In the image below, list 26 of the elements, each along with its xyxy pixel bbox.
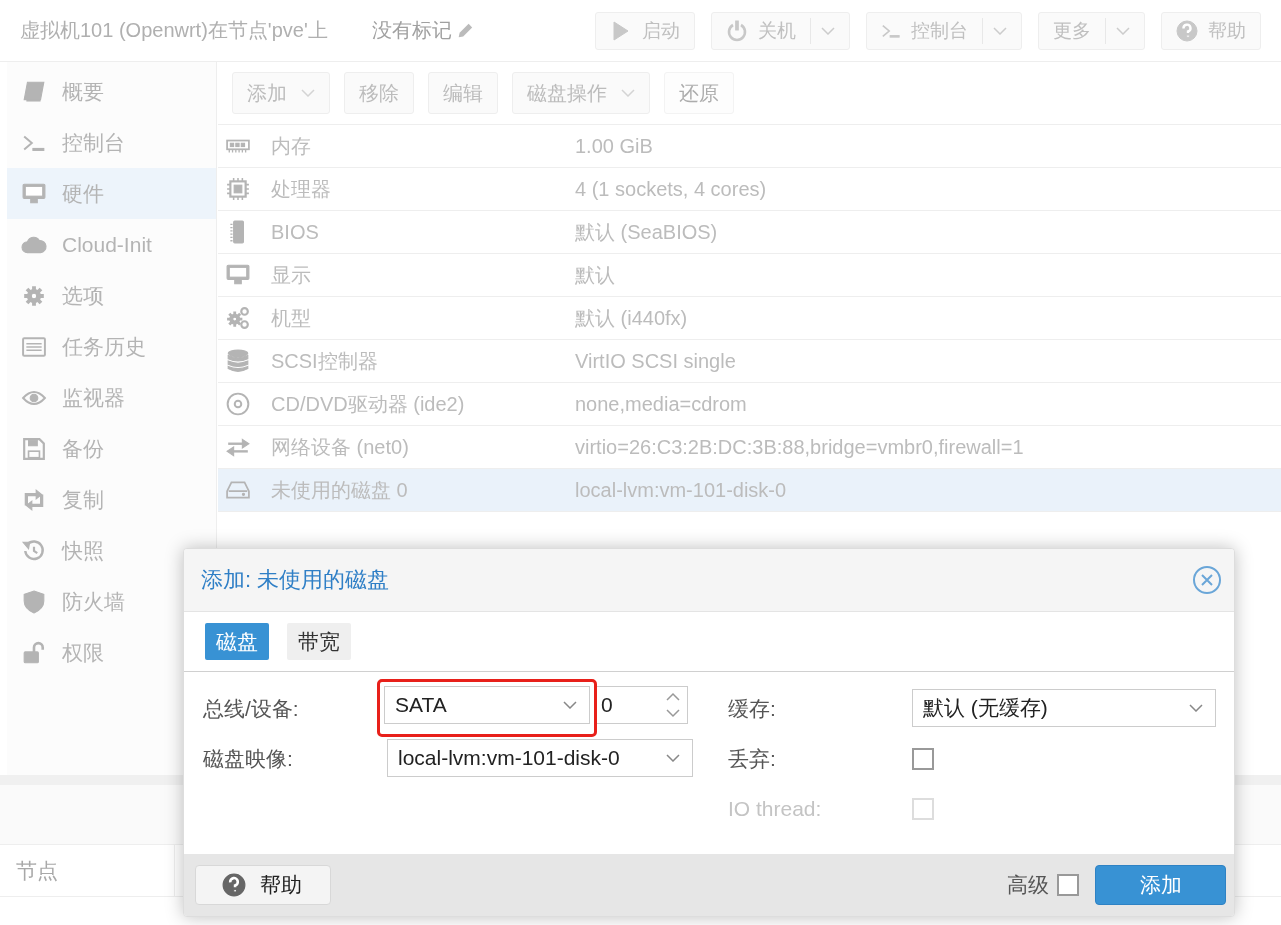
- field-label: 磁盘映像:: [203, 746, 294, 772]
- table-cell-text: 内存: [271, 133, 311, 159]
- table-cell: 4 (1 sockets, 4 cores): [575, 177, 767, 201]
- table-cell: 1.00 GiB: [575, 134, 653, 158]
- table-cell-text: 网络设备 (net0): [271, 434, 409, 460]
- table-cell-text: 默认: [575, 262, 615, 288]
- field-label: 总线/设备:: [203, 696, 300, 722]
- dialog-title: 添加: 未使用的磁盘: [201, 566, 390, 594]
- table-cell-text: 处理器: [271, 176, 331, 202]
- checkbox-label: 高级: [1007, 872, 1049, 898]
- table-cell: none,media=cdrom: [575, 392, 747, 416]
- table-cell-text: 未使用的磁盘 0: [271, 477, 408, 503]
- table-cell-text: CD/DVD驱动器 (ide2): [271, 391, 465, 417]
- window-title: 虚拟机101 (Openwrt)在节点'pve'上: [20, 18, 328, 43]
- table-cell-text: 显示: [271, 262, 311, 288]
- table-cell: local-lvm:vm-101-disk-0: [575, 478, 787, 502]
- table-cell: virtio=26:C3:2B:DC:3B:88,bridge=vmbr0,firewall=1: [575, 435, 1024, 459]
- field-label: 缓存:: [728, 696, 777, 722]
- table-cell: BIOS: [271, 220, 319, 244]
- table-cell-text: 默认 (SeaBIOS): [575, 219, 718, 245]
- table-cell-text: 默认 (i440fx): [575, 305, 688, 331]
- field-label: IO thread:: [728, 796, 823, 822]
- table-cell: VirtIO SCSI single: [575, 349, 736, 373]
- field-label: 丢弃:: [728, 746, 777, 772]
- table-cell-text: SCSI控制器: [271, 348, 378, 374]
- table-cell-text: 机型: [271, 305, 311, 331]
